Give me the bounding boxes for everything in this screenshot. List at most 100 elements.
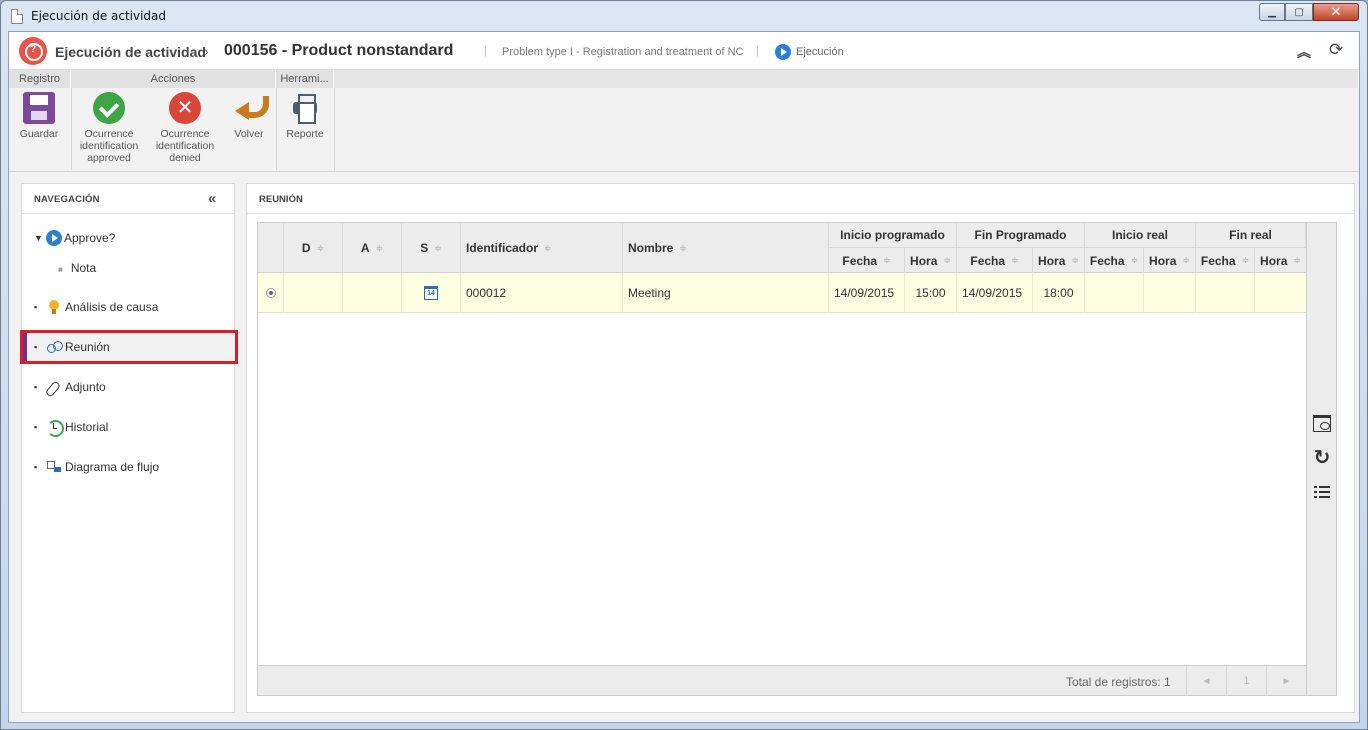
column-label: Fecha [842, 253, 878, 268]
paperclip-icon [46, 379, 63, 395]
sort-icon: ≑ [1011, 255, 1019, 265]
next-page-button[interactable]: ► [1266, 666, 1306, 696]
row-radio-button[interactable] [266, 288, 276, 298]
reload-icon[interactable]: ↻ [1312, 448, 1332, 468]
calendar-icon: 14 [424, 286, 438, 300]
row-select-cell[interactable] [258, 273, 284, 313]
column-header-hora[interactable]: Hora ≑ [1033, 248, 1085, 273]
column-header-fecha[interactable]: Fecha ≑ [957, 248, 1033, 273]
select-column-header [258, 223, 284, 273]
column-header-d[interactable]: D ≑ [284, 223, 343, 273]
minimize-button[interactable]: ▁ [1259, 3, 1285, 21]
list-options-icon[interactable] [1312, 483, 1332, 503]
ribbon-group-herramientas: Herrami... [276, 70, 334, 88]
collapse-header-icon[interactable]: ︽ [1297, 42, 1311, 62]
grid-footer: Total de registros: 1 ◄ 1 ► [258, 665, 1306, 696]
close-button[interactable]: ✕ [1313, 3, 1359, 21]
column-label: Fecha [1089, 253, 1125, 268]
view-details-icon[interactable] [1312, 413, 1332, 433]
sort-icon: ≑ [883, 255, 891, 265]
column-label: Identificador [466, 241, 539, 255]
approve-label-line2: identification [79, 140, 139, 152]
sort-icon: ≑ [943, 255, 951, 265]
meeting-people-icon [46, 339, 63, 355]
ribbon-title-filler [334, 70, 1359, 88]
column-label: A [360, 241, 370, 255]
application-window: Ejecución de actividad ▁ ▢ ✕ Ejecución d… [0, 0, 1368, 730]
report-button[interactable]: Reporte [281, 92, 329, 140]
deny-button[interactable]: ✕ Ocurrence identification denied [151, 92, 219, 164]
meetings-grid: D ≑ A ≑ S ≑ Identificador ≑ Nombre ≑ Inicio p… [257, 222, 1307, 696]
navigation-header: NAVEGACIÓN « [22, 184, 234, 214]
window-title: Ejecución de actividad [31, 9, 167, 23]
sort-icon: ≑ [1130, 255, 1139, 265]
maximize-button[interactable]: ▢ [1285, 3, 1313, 21]
column-header-hora[interactable]: Hora ≑ [1144, 248, 1196, 273]
sort-icon: ≑ [316, 242, 325, 253]
bullet-icon: ■ [58, 265, 63, 274]
group-header-fin-programado: Fin Programado [957, 223, 1085, 248]
nav-item-label: Historial [65, 420, 109, 434]
approve-button[interactable]: Ocurrence identification approved [75, 92, 143, 164]
sort-icon: ≑ [544, 242, 552, 253]
cell-d [284, 273, 343, 313]
ribbon-separator [334, 88, 335, 170]
cell-sched-end-time: 18:00 [1033, 273, 1085, 313]
page-header: Ejecución de actividad › 000156 - Produc… [9, 32, 1359, 70]
page-number[interactable]: 1 [1226, 666, 1266, 696]
history-icon [46, 419, 64, 437]
header-divider: | [484, 45, 487, 57]
nav-item-nota[interactable]: ■ Nota [58, 261, 96, 275]
nav-item-adjunto[interactable]: ▪ Adjunto [34, 377, 106, 397]
back-label: Volver [234, 128, 264, 140]
nav-item-approve[interactable]: ▼ Approve? [34, 228, 115, 248]
selection-accent-bar [23, 333, 27, 361]
column-header-identificador[interactable]: Identificador ≑ [461, 223, 623, 273]
sort-icon: ≑ [434, 242, 442, 253]
prev-page-button[interactable]: ◄ [1186, 666, 1226, 696]
sort-icon: ≑ [1293, 255, 1301, 265]
cell-sched-start-time: 15:00 [905, 273, 957, 313]
client-area: Ejecución de actividad › 000156 - Produc… [8, 31, 1360, 723]
nav-item-diagrama[interactable]: ▪ Diagrama de flujo [34, 457, 159, 477]
nav-item-label: Diagrama de flujo [65, 460, 160, 474]
check-icon [93, 92, 125, 124]
status-label: Ejecución [796, 46, 844, 58]
nav-item-analisis[interactable]: ▪ Análisis de causa [34, 297, 158, 317]
table-row[interactable]: 14 000012 Meeting 14/09/2015 15:00 14/09… [258, 273, 1306, 313]
title-bar: Ejecución de actividad ▁ ▢ ✕ [1, 1, 1367, 31]
refresh-icon[interactable]: ⟳ [1329, 40, 1343, 60]
column-header-fecha[interactable]: Fecha ≑ [1085, 248, 1144, 273]
navigation-title: NAVEGACIÓN [34, 194, 100, 205]
sort-icon: ≑ [1182, 255, 1190, 265]
column-header-s[interactable]: S ≑ [402, 223, 461, 273]
approve-label-line1: Ocurrence [84, 128, 134, 140]
breadcrumb-root[interactable]: Ejecución de actividad [55, 44, 206, 60]
sort-icon: ≑ [375, 242, 384, 253]
column-header-hora[interactable]: Hora ≑ [1255, 248, 1306, 273]
cell-nombre: Meeting [623, 273, 829, 313]
back-button[interactable]: Volver [227, 92, 271, 140]
collapse-panel-icon[interactable]: « [208, 190, 216, 207]
bullet-icon: ▪ [34, 422, 38, 432]
nav-item-historial[interactable]: ▪ Historial [34, 417, 108, 437]
column-header-hora[interactable]: Hora ≑ [905, 248, 957, 273]
column-label: Hora [1038, 253, 1066, 268]
save-button[interactable]: Guardar [15, 92, 63, 140]
nav-item-label: Adjunto [65, 380, 106, 394]
cell-real-start-date [1085, 273, 1144, 313]
section-title: REUNIÓN [259, 194, 303, 205]
expand-caret-icon[interactable]: ▼ [34, 233, 46, 243]
main-panel: REUNIÓN D ≑ A ≑ S ≑ Identificador ≑ Nombre ≑ … [246, 183, 1355, 713]
bullet-icon: ▪ [34, 302, 38, 312]
column-header-a[interactable]: A ≑ [343, 223, 402, 273]
column-header-fecha[interactable]: Fecha ≑ [1196, 248, 1255, 273]
column-header-fecha[interactable]: Fecha ≑ [829, 248, 905, 273]
deny-label-line1: Ocurrence [160, 128, 210, 140]
page-title: 000156 - Product nonstandard [224, 42, 454, 59]
deny-label-line2: identification [155, 140, 215, 152]
column-header-nombre[interactable]: Nombre ≑ [623, 223, 829, 273]
nav-item-reunion[interactable]: ▪ Reunión [34, 337, 110, 357]
column-label: Hora [910, 253, 938, 268]
cell-s: 14 [402, 273, 461, 313]
